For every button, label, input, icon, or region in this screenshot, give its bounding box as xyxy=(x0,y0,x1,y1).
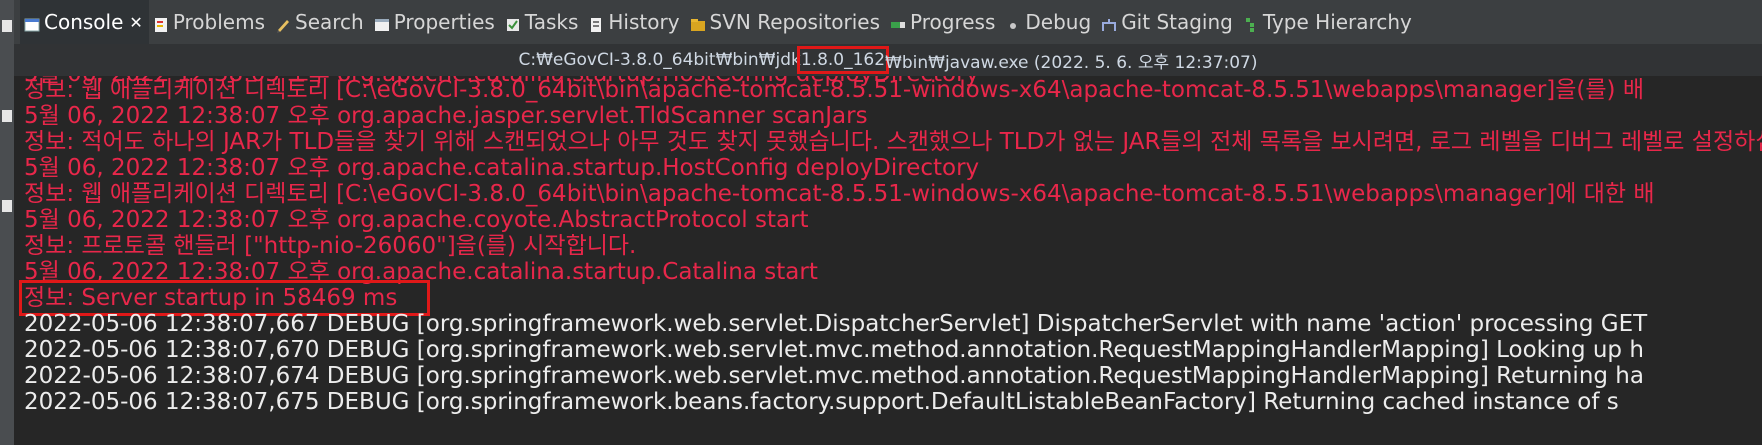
svn-repositories-icon xyxy=(690,14,706,31)
tab-label: Type Hierarchy xyxy=(1262,10,1412,34)
left-gutter xyxy=(0,0,14,445)
view-tab-bar: Console ✕ Problems Search Properties Tas… xyxy=(0,0,1762,44)
tab-label: Console xyxy=(44,10,124,34)
console-output[interactable]: 5월 06, 2022 12:38:05 오후 org.apache.catal… xyxy=(14,76,1762,445)
server-startup-highlight: 정보: Server startup in 58469 ms xyxy=(18,280,431,316)
tab-progress[interactable]: Progress xyxy=(886,0,1001,44)
tab-label: Search xyxy=(295,10,364,34)
gutter-marker xyxy=(2,110,12,122)
process-path-prefix: C:₩eGovCI-3.8.0_64bit₩bin₩jdk xyxy=(518,50,801,70)
tab-history[interactable]: History xyxy=(584,0,685,44)
log-line: 5월 06, 2022 12:38:07 오후 org.apache.jaspe… xyxy=(24,103,868,129)
log-line: 2022-05-06 12:38:07,674 DEBUG [org.sprin… xyxy=(24,363,1644,389)
gutter-marker xyxy=(2,200,12,212)
tab-label: SVN Repositories xyxy=(709,10,881,34)
log-line: 정보: 프로토콜 핸들러 ["http-nio-26060"]을(를) 시작합니… xyxy=(24,233,637,259)
type-hierarchy-icon xyxy=(1243,14,1259,32)
log-line: 2022-05-06 12:38:07,675 DEBUG [org.sprin… xyxy=(24,389,1619,415)
tab-tasks[interactable]: Tasks xyxy=(501,0,585,44)
debug-icon xyxy=(1005,14,1021,30)
console-icon xyxy=(24,14,40,32)
tab-problems[interactable]: Problems xyxy=(149,0,271,44)
jdk-version-highlight: 1.8.0_162 xyxy=(796,46,890,74)
log-line: 5월 06, 2022 12:38:07 오후 org.apache.catal… xyxy=(24,155,980,181)
tab-svn-repositories[interactable]: SVN Repositories xyxy=(686,0,887,44)
search-icon xyxy=(275,14,291,33)
tab-label: Progress xyxy=(910,10,996,34)
log-line: 5월 06, 2022 12:38:07 오후 org.apache.coyot… xyxy=(24,207,809,233)
log-line: 정보: 웹 애플리케이션 디렉토리 [C:\eGovCI-3.8.0_64bit… xyxy=(24,181,1655,207)
tab-search[interactable]: Search xyxy=(271,0,370,44)
tab-git-staging[interactable]: Git Staging xyxy=(1097,0,1239,44)
tab-label: Debug xyxy=(1025,10,1092,34)
log-line: 2022-05-06 12:38:07,670 DEBUG [org.sprin… xyxy=(24,337,1644,363)
tab-properties[interactable]: Properties xyxy=(370,0,501,44)
process-path-suffix: ₩bin₩javaw.exe (2022. 5. 6. 오후 12:37:07) xyxy=(885,52,1258,73)
log-line: 5월 06, 2022 12:38:07 오후 org.apache.catal… xyxy=(24,259,818,285)
log-line: 2022-05-06 12:38:07,667 DEBUG [org.sprin… xyxy=(24,311,1648,337)
tab-console[interactable]: Console ✕ xyxy=(20,0,149,44)
console-process-title: C:₩eGovCI-3.8.0_64bit₩bin₩jdk 1.8.0_162 ₩b… xyxy=(14,44,1762,76)
tab-debug[interactable]: Debug xyxy=(1001,0,1097,44)
gutter-marker xyxy=(2,20,12,32)
log-line: 정보: 웹 애플리케이션 디렉토리 [C:\eGovCI-3.8.0_64bit… xyxy=(24,77,1644,103)
history-icon xyxy=(588,14,604,32)
tab-label: History xyxy=(608,10,680,34)
progress-icon xyxy=(890,14,906,30)
tab-type-hierarchy[interactable]: Type Hierarchy xyxy=(1239,0,1418,44)
tab-label: Tasks xyxy=(524,10,579,34)
tab-label: Problems xyxy=(172,10,265,34)
tab-label: Properties xyxy=(393,10,495,34)
log-line-highlighted: 정보: Server startup in 58469 ms xyxy=(18,280,431,316)
problems-icon xyxy=(153,14,169,32)
tab-label: Git Staging xyxy=(1121,10,1233,34)
git-staging-icon xyxy=(1101,14,1117,31)
log-line: 정보: 적어도 하나의 JAR가 TLD들을 찾기 위해 스캔되었으나 아무 것… xyxy=(24,129,1762,155)
properties-icon xyxy=(374,14,390,31)
tasks-icon xyxy=(505,14,521,31)
close-icon[interactable]: ✕ xyxy=(129,13,142,32)
